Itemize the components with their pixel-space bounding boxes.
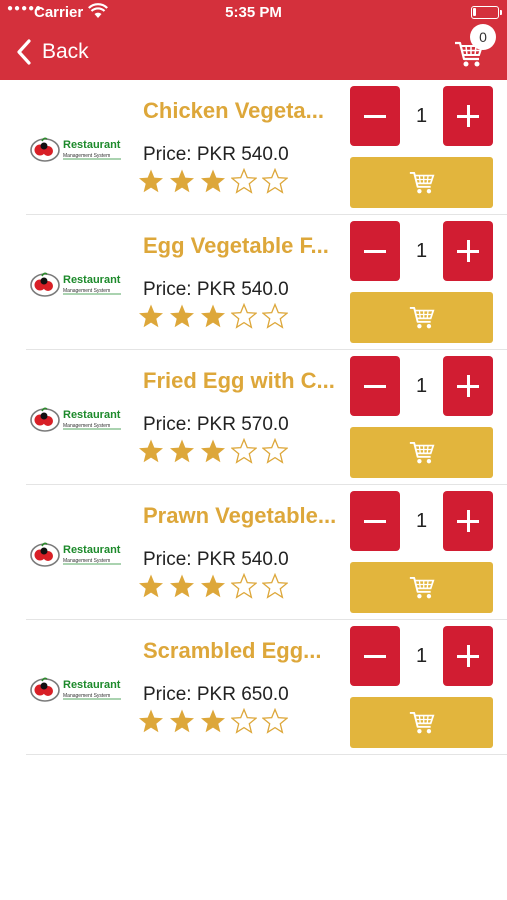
quantity-value: 1 bbox=[415, 510, 428, 532]
star-filled-icon bbox=[201, 439, 225, 463]
restaurant-logo: Restaurant Management System bbox=[30, 542, 121, 567]
minus-icon bbox=[364, 654, 386, 658]
increase-quantity-button[interactable] bbox=[443, 491, 493, 551]
decrease-quantity-button[interactable] bbox=[350, 221, 400, 281]
star-outline-icon bbox=[231, 168, 257, 194]
add-to-cart-button[interactable] bbox=[350, 697, 493, 748]
star-filled-icon bbox=[170, 169, 194, 193]
star-filled-icon bbox=[201, 709, 225, 733]
product-row: Restaurant Management System Fried Egg w… bbox=[0, 350, 507, 485]
svg-text:Restaurant: Restaurant bbox=[63, 544, 121, 556]
product-price: Price: PKR 540.0 bbox=[143, 549, 289, 570]
battery-icon bbox=[471, 6, 502, 19]
svg-text:Restaurant: Restaurant bbox=[63, 139, 121, 151]
star-filled-icon bbox=[139, 709, 163, 733]
cart-count-badge: 0 bbox=[470, 24, 496, 50]
star-outline-icon bbox=[262, 438, 288, 464]
product-name[interactable]: Prawn Vegetable... bbox=[143, 503, 343, 529]
star-outline-icon bbox=[262, 168, 288, 194]
svg-text:Restaurant: Restaurant bbox=[63, 409, 121, 421]
chevron-left-icon bbox=[17, 39, 31, 65]
product-price: Price: PKR 540.0 bbox=[143, 144, 289, 165]
restaurant-logo: Restaurant Management System bbox=[30, 677, 121, 702]
back-label: Back bbox=[42, 40, 89, 63]
star-filled-icon bbox=[170, 439, 194, 463]
add-to-cart-button[interactable] bbox=[350, 292, 493, 343]
product-price: Price: PKR 540.0 bbox=[143, 279, 289, 300]
decrease-quantity-button[interactable] bbox=[350, 356, 400, 416]
product-price: Price: PKR 570.0 bbox=[143, 414, 289, 435]
star-filled-icon bbox=[139, 304, 163, 328]
increase-quantity-button[interactable] bbox=[443, 86, 493, 146]
star-outline-icon bbox=[231, 438, 257, 464]
minus-icon bbox=[364, 114, 386, 118]
svg-text:Management System: Management System bbox=[63, 153, 110, 159]
star-outline-icon bbox=[231, 708, 257, 734]
increase-quantity-button[interactable] bbox=[443, 626, 493, 686]
svg-text:Management System: Management System bbox=[63, 288, 110, 294]
cart-icon bbox=[409, 577, 435, 599]
minus-icon bbox=[364, 519, 386, 523]
star-filled-icon bbox=[139, 169, 163, 193]
svg-text:Management System: Management System bbox=[63, 693, 110, 699]
star-outline-icon bbox=[262, 573, 288, 599]
star-filled-icon bbox=[201, 169, 225, 193]
star-outline-icon bbox=[231, 573, 257, 599]
status-bar: ●●●●● Carrier 5:35 PM bbox=[0, 0, 507, 26]
star-filled-icon bbox=[201, 574, 225, 598]
add-to-cart-button[interactable] bbox=[350, 427, 493, 478]
product-name[interactable]: Fried Egg with C... bbox=[143, 368, 343, 394]
increase-quantity-button[interactable] bbox=[443, 356, 493, 416]
restaurant-logo: Restaurant Management System bbox=[30, 407, 121, 432]
add-to-cart-button[interactable] bbox=[350, 157, 493, 208]
clock: 5:35 PM bbox=[225, 4, 282, 21]
star-filled-icon bbox=[170, 574, 194, 598]
row-divider bbox=[26, 754, 507, 755]
cart-icon bbox=[409, 172, 435, 194]
restaurant-logo: Restaurant Management System bbox=[30, 137, 121, 162]
product-row: Restaurant Management System Chicken Veg… bbox=[0, 80, 507, 215]
cart-icon bbox=[409, 307, 435, 329]
star-filled-icon bbox=[170, 304, 194, 328]
star-filled-icon bbox=[139, 574, 163, 598]
navigation-bar: ●●●●● Carrier 5:35 PM Back 0 bbox=[0, 0, 507, 80]
quantity-value: 1 bbox=[415, 375, 428, 397]
restaurant-logo: Restaurant Management System bbox=[30, 272, 121, 297]
decrease-quantity-button[interactable] bbox=[350, 626, 400, 686]
product-row: Restaurant Management System Egg Vegetab… bbox=[0, 215, 507, 350]
product-name[interactable]: Chicken Vegeta... bbox=[143, 98, 343, 124]
svg-text:Restaurant: Restaurant bbox=[63, 679, 121, 691]
quantity-value: 1 bbox=[415, 105, 428, 127]
minus-icon bbox=[364, 384, 386, 388]
quantity-value: 1 bbox=[415, 240, 428, 262]
cart-icon bbox=[409, 712, 435, 734]
minus-icon bbox=[364, 249, 386, 253]
star-filled-icon bbox=[139, 439, 163, 463]
star-outline-icon bbox=[262, 303, 288, 329]
increase-quantity-button[interactable] bbox=[443, 221, 493, 281]
svg-text:Restaurant: Restaurant bbox=[63, 274, 121, 286]
star-outline-icon bbox=[262, 708, 288, 734]
svg-text:Management System: Management System bbox=[63, 423, 110, 429]
cart-icon bbox=[409, 442, 435, 464]
product-name[interactable]: Scrambled Egg... bbox=[143, 638, 343, 664]
back-button[interactable]: Back bbox=[12, 36, 89, 68]
decrease-quantity-button[interactable] bbox=[350, 86, 400, 146]
star-filled-icon bbox=[170, 709, 194, 733]
product-list: Restaurant Management System Chicken Veg… bbox=[0, 80, 507, 755]
product-row: Restaurant Management System Prawn Veget… bbox=[0, 485, 507, 620]
product-price: Price: PKR 650.0 bbox=[143, 684, 289, 705]
product-name[interactable]: Egg Vegetable F... bbox=[143, 233, 343, 259]
svg-text:Management System: Management System bbox=[63, 558, 110, 564]
product-row: Restaurant Management System Scrambled E… bbox=[0, 620, 507, 755]
star-filled-icon bbox=[201, 304, 225, 328]
decrease-quantity-button[interactable] bbox=[350, 491, 400, 551]
quantity-value: 1 bbox=[415, 645, 428, 667]
add-to-cart-button[interactable] bbox=[350, 562, 493, 613]
star-outline-icon bbox=[231, 303, 257, 329]
